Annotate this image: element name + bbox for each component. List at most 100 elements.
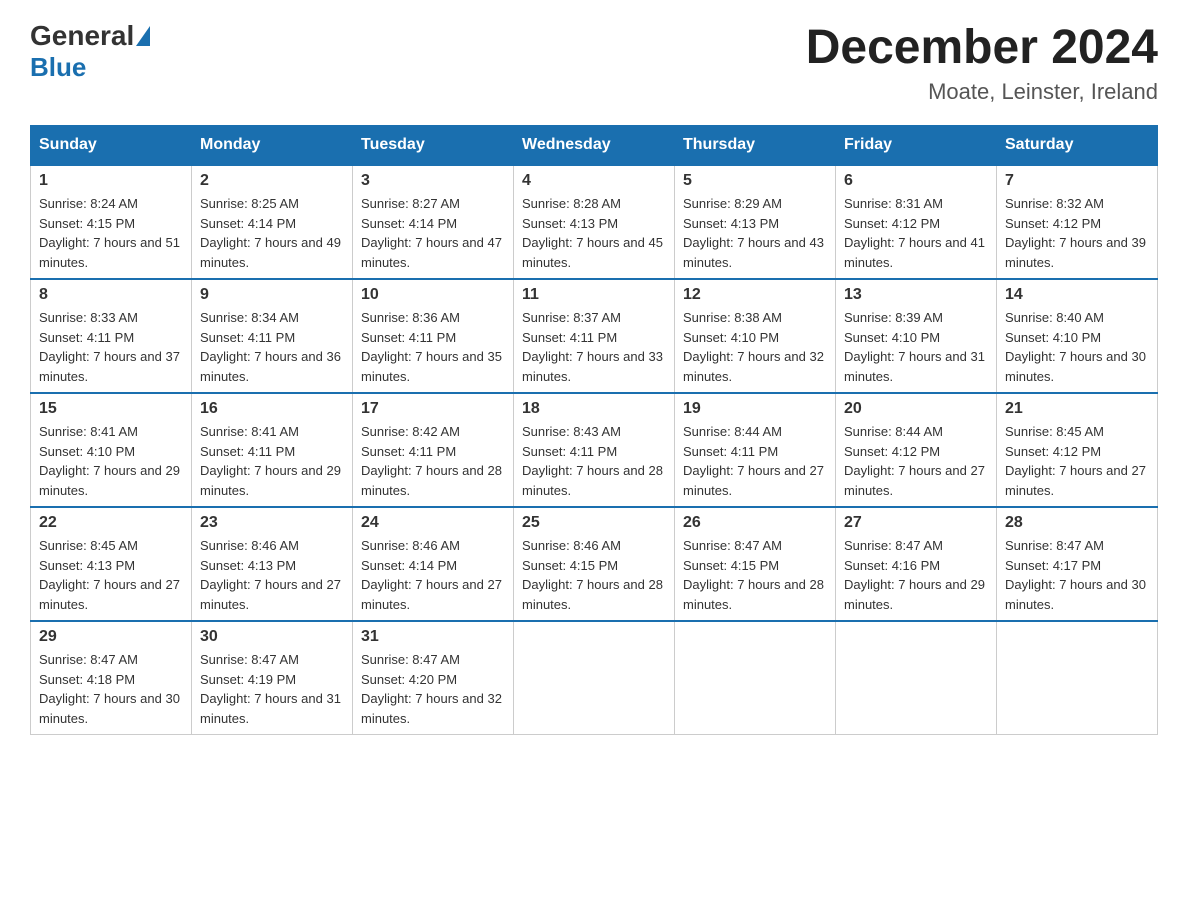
- calendar-cell: 19 Sunrise: 8:44 AMSunset: 4:11 PMDayligh…: [675, 393, 836, 507]
- day-info: Sunrise: 8:43 AMSunset: 4:11 PMDaylight:…: [522, 422, 666, 500]
- calendar-cell: 9 Sunrise: 8:34 AMSunset: 4:11 PMDaylight…: [192, 279, 353, 393]
- header-wednesday: Wednesday: [514, 126, 675, 166]
- day-number: 6: [844, 172, 988, 190]
- calendar-table: SundayMondayTuesdayWednesdayThursdayFrid…: [30, 125, 1158, 735]
- day-info: Sunrise: 8:47 AMSunset: 4:16 PMDaylight:…: [844, 536, 988, 614]
- day-info: Sunrise: 8:40 AMSunset: 4:10 PMDaylight:…: [1005, 308, 1149, 386]
- header-thursday: Thursday: [675, 126, 836, 166]
- calendar-header-row: SundayMondayTuesdayWednesdayThursdayFrid…: [31, 126, 1158, 166]
- header-friday: Friday: [836, 126, 997, 166]
- day-info: Sunrise: 8:46 AMSunset: 4:14 PMDaylight:…: [361, 536, 505, 614]
- day-number: 19: [683, 400, 827, 418]
- calendar-cell: [997, 621, 1158, 735]
- day-number: 4: [522, 172, 666, 190]
- day-info: Sunrise: 8:45 AMSunset: 4:12 PMDaylight:…: [1005, 422, 1149, 500]
- calendar-cell: 22Sunrise: 8:45 AMSunset: 4:13 PMDayligh…: [31, 507, 192, 621]
- calendar-cell: 10 Sunrise: 8:36 AMSunset: 4:11 PMDayligh…: [353, 279, 514, 393]
- calendar-cell: 21 Sunrise: 8:45 AMSunset: 4:12 PMDayligh…: [997, 393, 1158, 507]
- day-number: 1: [39, 172, 183, 190]
- calendar-cell: 26Sunrise: 8:47 AMSunset: 4:15 PMDayligh…: [675, 507, 836, 621]
- day-number: 20: [844, 400, 988, 418]
- day-number: 5: [683, 172, 827, 190]
- day-info: Sunrise: 8:46 AMSunset: 4:13 PMDaylight:…: [200, 536, 344, 614]
- day-info: Sunrise: 8:24 AMSunset: 4:15 PMDaylight:…: [39, 194, 183, 272]
- day-info: Sunrise: 8:45 AMSunset: 4:13 PMDaylight:…: [39, 536, 183, 614]
- day-info: Sunrise: 8:44 AMSunset: 4:11 PMDaylight:…: [683, 422, 827, 500]
- day-info: Sunrise: 8:38 AMSunset: 4:10 PMDaylight:…: [683, 308, 827, 386]
- day-number: 18: [522, 400, 666, 418]
- month-title: December 2024: [806, 20, 1158, 75]
- day-info: Sunrise: 8:42 AMSunset: 4:11 PMDaylight:…: [361, 422, 505, 500]
- calendar-cell: 23Sunrise: 8:46 AMSunset: 4:13 PMDayligh…: [192, 507, 353, 621]
- calendar-cell: 24 Sunrise: 8:46 AMSunset: 4:14 PMDayligh…: [353, 507, 514, 621]
- calendar-cell: 29 Sunrise: 8:47 AMSunset: 4:18 PMDayligh…: [31, 621, 192, 735]
- day-info: Sunrise: 8:41 AMSunset: 4:10 PMDaylight:…: [39, 422, 183, 500]
- calendar-cell: 14Sunrise: 8:40 AMSunset: 4:10 PMDayligh…: [997, 279, 1158, 393]
- day-info: Sunrise: 8:37 AMSunset: 4:11 PMDaylight:…: [522, 308, 666, 386]
- calendar-cell: 25Sunrise: 8:46 AMSunset: 4:15 PMDayligh…: [514, 507, 675, 621]
- calendar-cell: 7Sunrise: 8:32 AMSunset: 4:12 PMDaylight…: [997, 165, 1158, 279]
- calendar-cell: 17 Sunrise: 8:42 AMSunset: 4:11 PMDayligh…: [353, 393, 514, 507]
- day-number: 25: [522, 514, 666, 532]
- calendar-cell: 4 Sunrise: 8:28 AMSunset: 4:13 PMDaylight…: [514, 165, 675, 279]
- day-number: 24: [361, 514, 505, 532]
- day-number: 15: [39, 400, 183, 418]
- header-sunday: Sunday: [31, 126, 192, 166]
- day-number: 30: [200, 628, 344, 646]
- week-row-5: 29 Sunrise: 8:47 AMSunset: 4:18 PMDayligh…: [31, 621, 1158, 735]
- day-number: 29: [39, 628, 183, 646]
- day-number: 21: [1005, 400, 1149, 418]
- calendar-cell: 20Sunrise: 8:44 AMSunset: 4:12 PMDayligh…: [836, 393, 997, 507]
- day-info: Sunrise: 8:47 AMSunset: 4:18 PMDaylight:…: [39, 650, 183, 728]
- calendar-cell: 6 Sunrise: 8:31 AMSunset: 4:12 PMDaylight…: [836, 165, 997, 279]
- title-section: December 2024 Moate, Leinster, Ireland: [806, 20, 1158, 105]
- day-number: 7: [1005, 172, 1149, 190]
- day-info: Sunrise: 8:29 AMSunset: 4:13 PMDaylight:…: [683, 194, 827, 272]
- day-info: Sunrise: 8:36 AMSunset: 4:11 PMDaylight:…: [361, 308, 505, 386]
- calendar-cell: 28 Sunrise: 8:47 AMSunset: 4:17 PMDayligh…: [997, 507, 1158, 621]
- day-info: Sunrise: 8:47 AMSunset: 4:19 PMDaylight:…: [200, 650, 344, 728]
- calendar-cell: [836, 621, 997, 735]
- calendar-cell: 18 Sunrise: 8:43 AMSunset: 4:11 PMDayligh…: [514, 393, 675, 507]
- day-info: Sunrise: 8:47 AMSunset: 4:17 PMDaylight:…: [1005, 536, 1149, 614]
- day-info: Sunrise: 8:34 AMSunset: 4:11 PMDaylight:…: [200, 308, 344, 386]
- day-info: Sunrise: 8:25 AMSunset: 4:14 PMDaylight:…: [200, 194, 344, 272]
- calendar-cell: 2 Sunrise: 8:25 AMSunset: 4:14 PMDaylight…: [192, 165, 353, 279]
- logo-general-text: General: [30, 20, 134, 52]
- day-number: 28: [1005, 514, 1149, 532]
- day-number: 2: [200, 172, 344, 190]
- calendar-cell: 12Sunrise: 8:38 AMSunset: 4:10 PMDayligh…: [675, 279, 836, 393]
- calendar-cell: 27 Sunrise: 8:47 AMSunset: 4:16 PMDayligh…: [836, 507, 997, 621]
- day-number: 3: [361, 172, 505, 190]
- calendar-cell: 15 Sunrise: 8:41 AMSunset: 4:10 PMDayligh…: [31, 393, 192, 507]
- calendar-cell: 11Sunrise: 8:37 AMSunset: 4:11 PMDayligh…: [514, 279, 675, 393]
- calendar-cell: 30 Sunrise: 8:47 AMSunset: 4:19 PMDayligh…: [192, 621, 353, 735]
- calendar-cell: 31Sunrise: 8:47 AMSunset: 4:20 PMDayligh…: [353, 621, 514, 735]
- day-number: 26: [683, 514, 827, 532]
- day-number: 27: [844, 514, 988, 532]
- day-number: 17: [361, 400, 505, 418]
- day-info: Sunrise: 8:28 AMSunset: 4:13 PMDaylight:…: [522, 194, 666, 272]
- day-info: Sunrise: 8:47 AMSunset: 4:20 PMDaylight:…: [361, 650, 505, 728]
- week-row-1: 1 Sunrise: 8:24 AMSunset: 4:15 PMDaylight…: [31, 165, 1158, 279]
- calendar-cell: [514, 621, 675, 735]
- header-monday: Monday: [192, 126, 353, 166]
- calendar-cell: 1 Sunrise: 8:24 AMSunset: 4:15 PMDaylight…: [31, 165, 192, 279]
- day-number: 10: [361, 286, 505, 304]
- calendar-cell: 5 Sunrise: 8:29 AMSunset: 4:13 PMDaylight…: [675, 165, 836, 279]
- day-info: Sunrise: 8:31 AMSunset: 4:12 PMDaylight:…: [844, 194, 988, 272]
- day-info: Sunrise: 8:39 AMSunset: 4:10 PMDaylight:…: [844, 308, 988, 386]
- header-tuesday: Tuesday: [353, 126, 514, 166]
- logo-blue-text: Blue: [30, 52, 86, 82]
- day-info: Sunrise: 8:41 AMSunset: 4:11 PMDaylight:…: [200, 422, 344, 500]
- day-number: 16: [200, 400, 344, 418]
- week-row-2: 8Sunrise: 8:33 AMSunset: 4:11 PMDaylight…: [31, 279, 1158, 393]
- page-header: General Blue December 2024 Moate, Leinst…: [30, 20, 1158, 105]
- calendar-cell: 8Sunrise: 8:33 AMSunset: 4:11 PMDaylight…: [31, 279, 192, 393]
- week-row-4: 22Sunrise: 8:45 AMSunset: 4:13 PMDayligh…: [31, 507, 1158, 621]
- day-info: Sunrise: 8:27 AMSunset: 4:14 PMDaylight:…: [361, 194, 505, 272]
- day-number: 13: [844, 286, 988, 304]
- day-number: 9: [200, 286, 344, 304]
- header-saturday: Saturday: [997, 126, 1158, 166]
- logo: General Blue: [30, 20, 150, 83]
